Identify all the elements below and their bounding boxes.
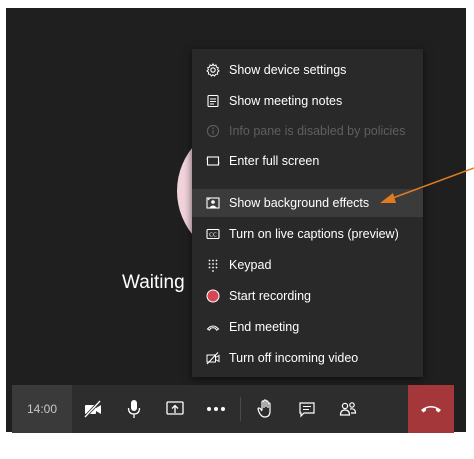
more-actions-menu: Show device settings Show meeting notes … — [192, 49, 423, 377]
menu-item-label: Turn off incoming video — [229, 351, 359, 365]
toolbar-separator — [240, 397, 241, 421]
microphone-button[interactable] — [113, 385, 154, 433]
svg-text:CC: CC — [209, 233, 217, 239]
chat-button[interactable] — [286, 385, 327, 433]
gear-icon — [205, 62, 221, 78]
menu-item-background-effects[interactable]: Show background effects — [192, 189, 423, 217]
menu-item-start-recording[interactable]: Start recording — [192, 282, 423, 310]
meeting-toolbar: 14:00 — [12, 385, 454, 433]
menu-item-end-meeting[interactable]: End meeting — [192, 313, 423, 341]
menu-item-label: Start recording — [229, 289, 311, 303]
participants-icon — [339, 402, 356, 416]
camera-toggle-button[interactable] — [72, 385, 113, 433]
camera-off-icon — [83, 400, 101, 418]
hang-up-button[interactable] — [408, 385, 454, 433]
menu-item-label: Info pane is disabled by policies — [229, 124, 406, 138]
menu-item-label: Show meeting notes — [229, 94, 343, 108]
menu-item-keypad[interactable]: Keypad — [192, 251, 423, 279]
share-screen-button[interactable] — [154, 385, 195, 433]
menu-item-label: Turn on live captions (preview) — [229, 227, 399, 241]
captions-icon: CC — [205, 226, 221, 242]
keypad-icon — [205, 257, 221, 273]
end-meeting-icon — [205, 319, 221, 335]
hang-up-icon — [421, 406, 441, 413]
waiting-text: Waiting — [122, 272, 185, 293]
chat-icon — [298, 402, 315, 418]
menu-item-label: Enter full screen — [229, 154, 320, 168]
menu-item-label: Show background effects — [229, 196, 370, 210]
more-options-button[interactable] — [195, 385, 236, 433]
raise-hand-button[interactable] — [245, 385, 286, 433]
menu-item-info-pane: Info pane is disabled by policies — [192, 117, 423, 145]
video-off-icon — [205, 350, 221, 366]
notes-icon — [205, 93, 221, 109]
meeting-timer: 14:00 — [12, 385, 72, 433]
menu-item-label: End meeting — [229, 320, 300, 334]
fullscreen-icon — [205, 153, 221, 169]
menu-item-incoming-video[interactable]: Turn off incoming video — [192, 344, 423, 372]
participants-button[interactable] — [327, 385, 368, 433]
record-icon — [205, 288, 221, 304]
more-options-icon — [206, 407, 225, 411]
menu-item-live-captions[interactable]: CC Turn on live captions (preview) — [192, 220, 423, 248]
menu-item-label: Keypad — [229, 258, 272, 272]
menu-item-label: Show device settings — [229, 63, 347, 77]
microphone-icon — [127, 400, 140, 418]
background-effects-icon — [205, 195, 221, 211]
menu-item-device-settings[interactable]: Show device settings — [192, 56, 423, 84]
info-icon — [205, 123, 221, 139]
share-screen-icon — [165, 401, 184, 415]
menu-item-meeting-notes[interactable]: Show meeting notes — [192, 87, 423, 115]
raise-hand-icon — [256, 399, 271, 418]
menu-item-full-screen[interactable]: Enter full screen — [192, 147, 423, 175]
